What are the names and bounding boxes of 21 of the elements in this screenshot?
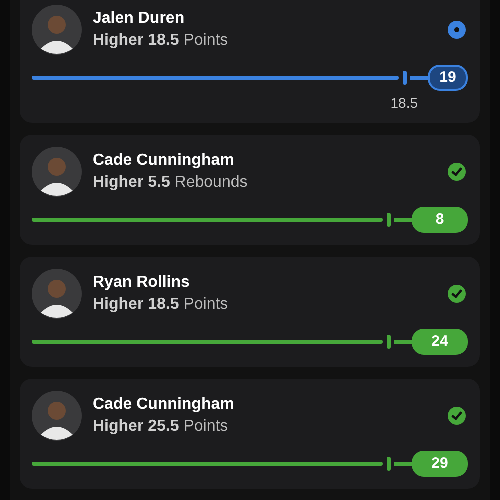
line-marker (387, 335, 391, 349)
pick-line: Higher 18.5 Points (93, 296, 230, 314)
result-badge: 19 (428, 65, 468, 91)
avatar-icon (32, 269, 82, 319)
avatar-icon (32, 391, 82, 441)
pick-line: Higher 5.5 Rebounds (93, 174, 249, 192)
pick-line: Higher 25.5 Points (93, 418, 230, 436)
line-marker (387, 213, 391, 227)
avatar-icon (32, 147, 82, 197)
result-badge: 8 (412, 207, 468, 233)
avatar-icon (32, 5, 82, 55)
result-badge: 29 (412, 451, 468, 477)
player-name: Cade Cunningham (93, 396, 236, 414)
player-name: Cade Cunningham (93, 152, 236, 170)
line-marker (403, 71, 407, 85)
player-name: Jalen Duren (93, 10, 186, 28)
pick-line: Higher 18.5 Points (93, 32, 230, 50)
player-name: Ryan Rollins (93, 274, 191, 292)
line-value: 18.5 (390, 95, 418, 111)
result-badge: 24 (412, 329, 468, 355)
line-marker (387, 457, 391, 471)
